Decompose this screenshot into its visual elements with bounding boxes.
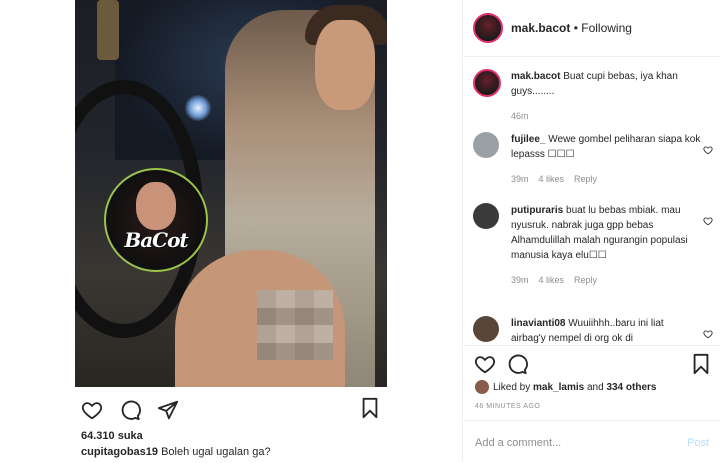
watermark-text: BaCot xyxy=(124,228,188,252)
censor-pixelation-overlay xyxy=(257,290,333,360)
comment-username[interactable]: mak.bacot xyxy=(511,71,560,82)
add-comment-input[interactable]: Add a comment... xyxy=(475,437,561,449)
comment-username[interactable]: linavianti08 xyxy=(511,318,565,329)
comment-meta: 46m xyxy=(511,109,701,124)
caption-username[interactable]: cupitagobas19 xyxy=(81,446,158,458)
comment-meta: 39m 4 likes Reply xyxy=(511,273,701,288)
post-timestamp[interactable]: 46 MINUTES AGO xyxy=(475,403,540,410)
photo-light xyxy=(185,95,211,121)
commenter-avatar[interactable] xyxy=(473,203,499,229)
share-icon[interactable] xyxy=(156,398,180,422)
comment-icon[interactable] xyxy=(505,352,529,376)
comment-username[interactable]: putipuraris xyxy=(511,205,563,216)
comment-icon[interactable] xyxy=(118,398,142,422)
comment-reply-button[interactable]: Reply xyxy=(574,174,597,184)
photo-hanging-ornament xyxy=(97,0,119,60)
bookmark-icon[interactable] xyxy=(358,396,382,420)
liked-by-others[interactable]: 334 others xyxy=(606,382,656,393)
watermark-face xyxy=(136,182,176,230)
author-username[interactable]: mak.bacot xyxy=(511,21,570,35)
bacot-watermark-logo: BaCot xyxy=(104,168,208,272)
post-header: mak.bacot • Following xyxy=(463,0,720,57)
liker-avatar[interactable] xyxy=(475,380,489,394)
likes-count[interactable]: 64.310 suka xyxy=(81,430,143,442)
post-media-panel: BaCot 64.310 suka cupitagobas19 Boleh ug… xyxy=(0,0,462,462)
photo-face xyxy=(315,20,375,110)
liked-by: Liked by mak_lamis and 334 others xyxy=(475,380,656,394)
comment-time: 39m xyxy=(511,174,529,184)
post-caption: cupitagobas19 Boleh ugal ugalan ga? xyxy=(81,446,271,458)
post-actions-panel: Liked by mak_lamis and 334 others 46 MIN… xyxy=(463,345,720,416)
comment-username[interactable]: fujilee_ xyxy=(511,134,545,145)
comment-body: fujilee_ Wewe gombel peliharan siapa kok… xyxy=(511,132,701,187)
author-avatar[interactable] xyxy=(473,13,503,43)
comment-reply-button[interactable]: Reply xyxy=(574,275,597,285)
comment-meta: 39m 4 likes Reply xyxy=(511,172,701,187)
liked-by-user[interactable]: mak_lamis xyxy=(533,382,584,393)
caption-text: Boleh ugal ugalan ga? xyxy=(158,446,271,458)
heart-icon[interactable] xyxy=(80,398,104,422)
comment-likes[interactable]: 4 likes xyxy=(539,275,565,285)
comment-time: 39m xyxy=(511,275,529,285)
comment-body: linavianti08 Wuuiihhh..baru ini liat air… xyxy=(511,316,701,345)
comment-time: 46m xyxy=(511,111,529,121)
comment-like-heart-icon[interactable] xyxy=(703,142,713,160)
liked-by-text: Liked by mak_lamis and 334 others xyxy=(493,382,656,393)
comment-likes[interactable]: 4 likes xyxy=(539,174,565,184)
liked-by-suffix: and xyxy=(584,381,607,393)
comment-body: putipuraris buat lu bebas mbiak. mau nyu… xyxy=(511,203,701,288)
comments-list[interactable]: mak.bacot Buat cupi bebas, iya khan guys… xyxy=(463,57,720,345)
post-action-icons-left xyxy=(80,398,180,422)
header-separator: • xyxy=(570,21,582,35)
liked-by-prefix: Liked by xyxy=(493,381,534,393)
bookmark-icon[interactable] xyxy=(689,352,713,376)
comment-body: mak.bacot Buat cupi bebas, iya khan guys… xyxy=(511,69,701,124)
comment-like-heart-icon[interactable] xyxy=(703,326,713,344)
commenter-avatar[interactable] xyxy=(473,132,499,158)
comment-form: Add a comment... Post xyxy=(463,420,720,463)
follow-status-button[interactable]: Following xyxy=(581,21,632,35)
comment-like-heart-icon[interactable] xyxy=(703,213,713,231)
heart-icon[interactable] xyxy=(473,352,497,376)
post-comment-button[interactable]: Post xyxy=(687,437,709,449)
author-info: mak.bacot • Following xyxy=(511,21,632,35)
post-sidebar: mak.bacot • Following mak.bacot Buat cup… xyxy=(462,0,720,462)
commenter-avatar[interactable] xyxy=(473,316,499,342)
commenter-avatar[interactable] xyxy=(473,69,501,97)
